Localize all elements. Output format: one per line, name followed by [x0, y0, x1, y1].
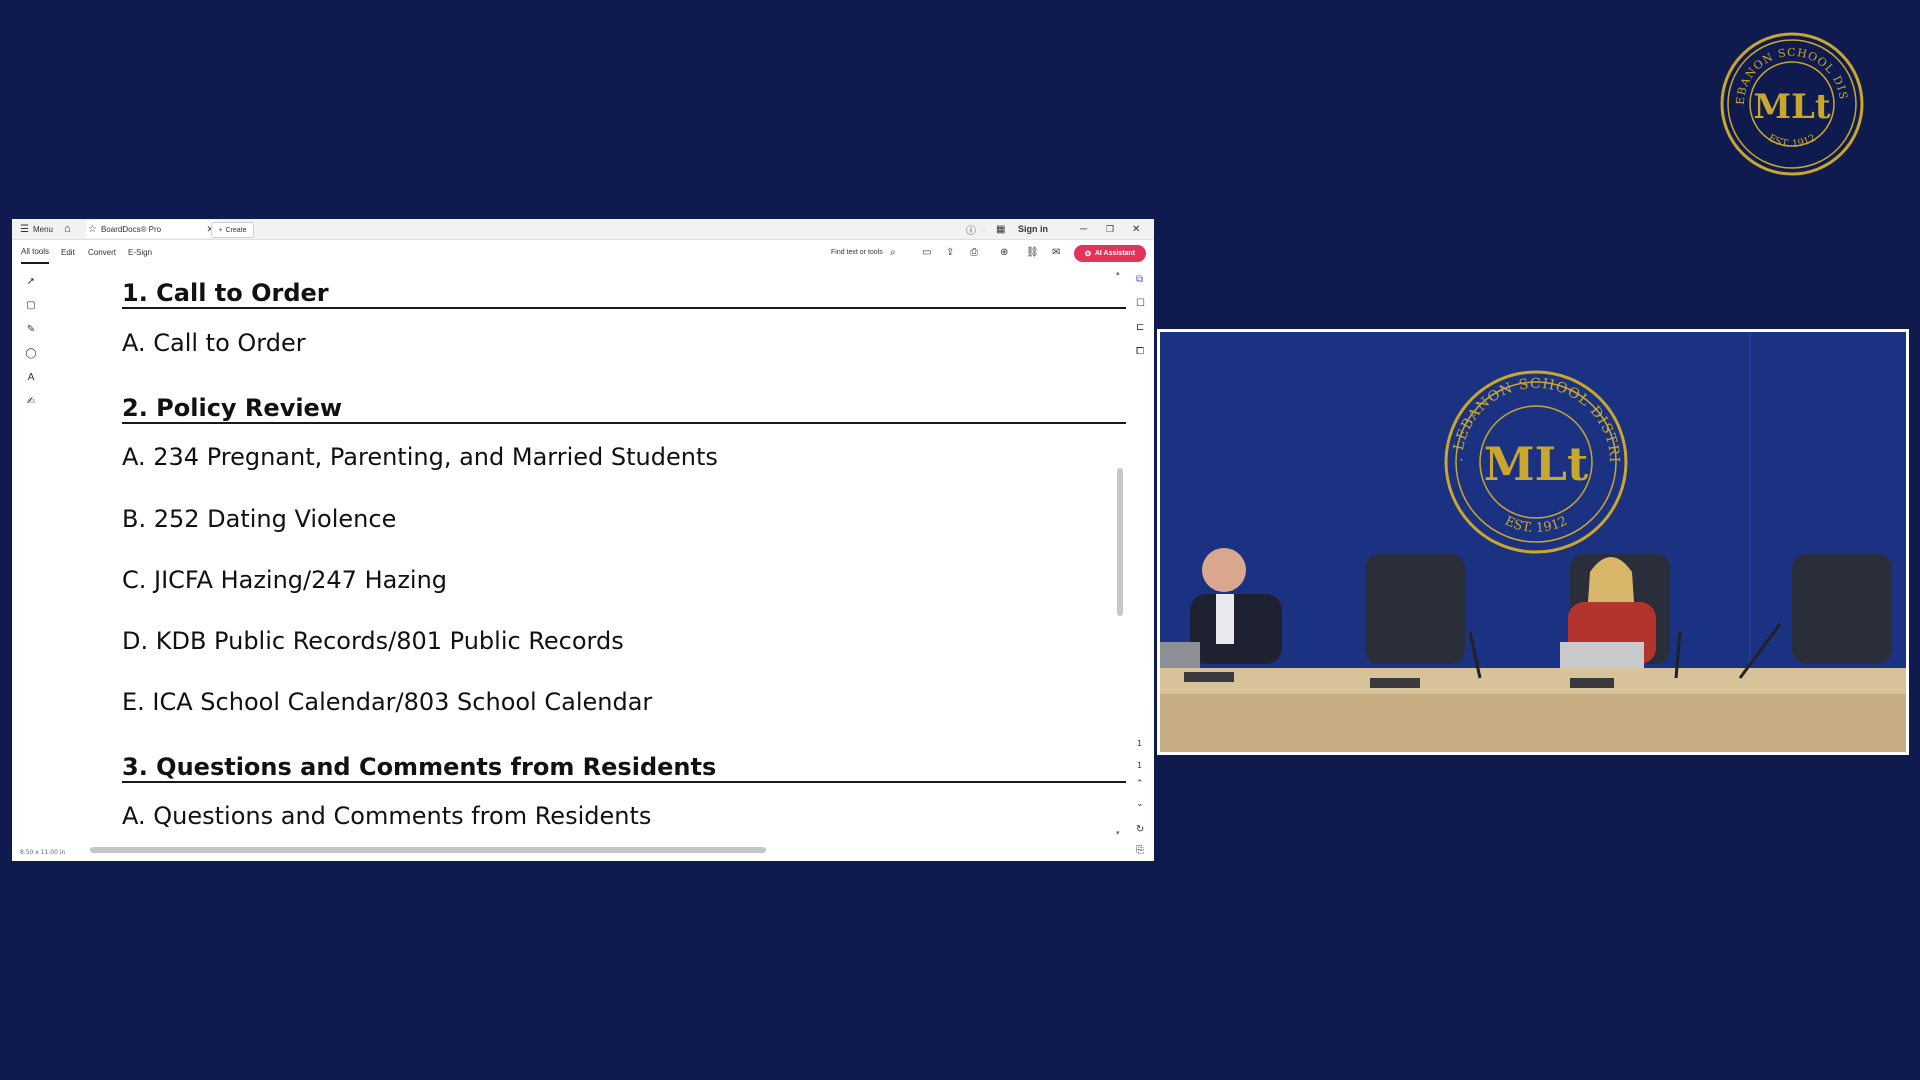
agenda-item[interactable]: E. ICA School Calendar/803 School Calend…	[122, 688, 652, 716]
agenda-item[interactable]: D. KDB Public Records/801 Public Records	[122, 627, 624, 655]
menu-button[interactable]: ☰ Menu	[20, 219, 53, 239]
next-page-icon[interactable]: ⌄	[1136, 799, 1144, 809]
section-title-questions: 3. Questions and Comments from Residents	[122, 753, 1126, 783]
email-icon[interactable]: ✉	[1052, 240, 1060, 264]
tab-edit[interactable]: Edit	[61, 240, 75, 264]
svg-text:MLt: MLt	[1753, 87, 1831, 127]
link-icon[interactable]: ⛓	[1026, 240, 1039, 264]
fit-page-icon[interactable]: ⎘	[1136, 846, 1144, 856]
minimize-icon[interactable]: ─	[1080, 219, 1087, 239]
district-seal-logo: MT. LEBANON SCHOOL DISTRICT EST. 1912 ML…	[1720, 32, 1864, 176]
section-title-call-to-order: 1. Call to Order	[122, 279, 1126, 309]
create-button[interactable]: + Create	[211, 222, 254, 238]
meeting-room-scene: MT. LEBANON SCHOOL DISTRICT EST. 1912 ML…	[1160, 332, 1906, 752]
scroll-up-icon[interactable]: ▴	[1116, 269, 1120, 277]
star-icon[interactable]: ☆	[88, 224, 97, 235]
toolbar: All tools Edit Convert E-Sign Find text …	[12, 240, 1154, 264]
stamp-tool-icon[interactable]: ✍	[25, 396, 37, 408]
page-count: 1	[1137, 761, 1143, 770]
meeting-video-feed: MT. LEBANON SCHOOL DISTRICT EST. 1912 ML…	[1157, 329, 1909, 755]
right-tools-rail: ⧉ ☐ ⊏ ⧠ 1 1 ⌃ ⌄ ↻ ⎘	[1130, 269, 1154, 859]
page-number-box[interactable]: 1	[1137, 739, 1142, 749]
svg-text:EST. 1912: EST. 1912	[1766, 133, 1817, 150]
bookmark-icon[interactable]: ⊏	[1136, 323, 1144, 333]
pdf-viewer-window: ☰ Menu ⌂ ☆ BoardDocs® Pro ✕ + Create ⓘ ◌…	[12, 219, 1154, 861]
lasso-tool-icon[interactable]: ◯	[25, 348, 37, 360]
title-bar: ☰ Menu ⌂ ☆ BoardDocs® Pro ✕ + Create ⓘ ◌…	[12, 219, 1154, 240]
close-window-icon[interactable]: ✕	[1132, 219, 1140, 239]
scroll-down-icon[interactable]: ▾	[1116, 829, 1120, 837]
agenda-item[interactable]: B. 252 Dating Violence	[122, 505, 396, 533]
page-size-readout: 8.50 x 11.00 in	[20, 849, 66, 856]
document-tab[interactable]: ☆ BoardDocs® Pro ✕	[86, 220, 218, 238]
home-icon[interactable]: ⌂	[64, 219, 71, 239]
page-view-icon[interactable]: ▭	[922, 240, 931, 264]
ai-icon: ✪	[1084, 250, 1091, 258]
vertical-scrollbar[interactable]: ▴ ▾	[1115, 269, 1124, 839]
rotate-icon[interactable]: ↻	[1136, 825, 1144, 835]
sign-in-button[interactable]: Sign in	[1018, 219, 1048, 239]
agenda-item[interactable]: A. Questions and Comments from Residents	[122, 802, 651, 830]
svg-text:MLt: MLt	[1484, 437, 1589, 491]
tab-all-tools[interactable]: All tools	[21, 240, 50, 264]
ai-assistant-button[interactable]: ✪ AI Assistant	[1074, 245, 1146, 262]
search-document-icon[interactable]: ⊕	[1000, 240, 1008, 264]
vertical-scroll-thumb[interactable]	[1117, 468, 1123, 616]
comments-icon[interactable]: ☐	[1136, 299, 1145, 309]
help-icon[interactable]: ⓘ	[966, 219, 976, 239]
plus-icon: +	[218, 226, 223, 234]
comment-tool-icon[interactable]: ▢	[25, 300, 37, 312]
agenda-item[interactable]: C. JICFA Hazing/247 Hazing	[122, 566, 447, 594]
horizontal-scroll-thumb[interactable]	[90, 847, 766, 853]
previous-page-icon[interactable]: ⌃	[1136, 779, 1144, 789]
agenda-item[interactable]: A. 234 Pregnant, Parenting, and Married …	[122, 443, 718, 471]
restore-icon[interactable]: ❐	[1106, 219, 1114, 239]
pen-tool-icon[interactable]: ✎	[25, 324, 37, 336]
hamburger-icon: ☰	[20, 223, 29, 235]
document-page: 1. Call to Order A. Call to Order 2. Pol…	[110, 269, 1127, 857]
notifications-icon[interactable]: ◌	[980, 219, 985, 239]
search-icon[interactable]: ⌕	[890, 240, 896, 264]
tab-convert[interactable]: Convert	[88, 240, 116, 264]
tab-esign[interactable]: E-Sign	[128, 240, 152, 264]
print-icon[interactable]: ⎙	[970, 240, 978, 264]
pages-icon[interactable]: ⧠	[1136, 347, 1144, 357]
section-title-policy-review: 2. Policy Review	[122, 394, 1126, 424]
upload-icon[interactable]: ⇪	[946, 240, 954, 264]
select-tool-icon[interactable]: ➚	[25, 276, 37, 288]
find-tools-input[interactable]: Find text or tools	[831, 240, 883, 264]
export-icon[interactable]: ⧉	[1136, 275, 1143, 285]
agenda-item[interactable]: A. Call to Order	[122, 329, 306, 357]
apps-grid-icon[interactable]: ▦	[996, 219, 1005, 239]
text-tool-icon[interactable]: A	[25, 372, 37, 384]
